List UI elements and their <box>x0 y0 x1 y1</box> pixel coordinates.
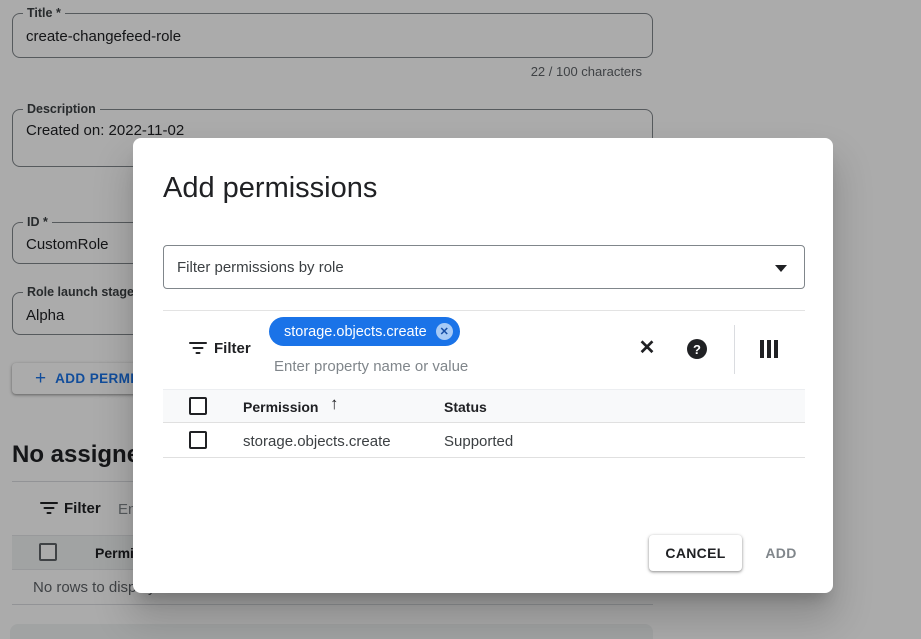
filter-chip-label: storage.objects.create <box>284 324 427 340</box>
modal-filter-label: Filter <box>214 340 251 357</box>
divider <box>163 310 805 311</box>
modal-filter-input[interactable]: Enter property name or value <box>274 358 468 375</box>
row-status-cell: Supported <box>444 433 513 450</box>
clear-filters-icon[interactable]: ✕ <box>635 336 659 360</box>
help-icon[interactable]: ? <box>687 339 707 359</box>
filter-permissions-by-role-select[interactable]: Filter permissions by role <box>163 245 805 289</box>
create-role-page: Title * create-changefeed-role 22 / 100 … <box>0 0 921 639</box>
permission-column-header[interactable]: Permission <box>243 399 318 415</box>
filter-chip[interactable]: storage.objects.create ✕ <box>269 317 460 346</box>
dialog-title: Add permissions <box>163 171 377 205</box>
cancel-button[interactable]: CANCEL <box>649 535 742 571</box>
sort-ascending-icon[interactable]: ↑ <box>330 394 339 414</box>
row-checkbox[interactable] <box>189 431 207 449</box>
select-all-checkbox[interactable] <box>189 397 207 415</box>
filter-icon <box>189 342 207 355</box>
add-button[interactable]: ADD <box>749 535 813 571</box>
vertical-divider <box>734 325 735 374</box>
chip-remove-icon[interactable]: ✕ <box>436 323 453 340</box>
row-permission-cell: storage.objects.create <box>243 433 391 450</box>
chevron-down-icon <box>775 265 787 272</box>
status-column-header[interactable]: Status <box>444 399 487 415</box>
column-display-options-icon[interactable] <box>760 340 778 358</box>
add-permissions-dialog: Add permissions Filter permissions by ro… <box>133 138 833 593</box>
filter-permissions-by-role-placeholder: Filter permissions by role <box>177 259 344 276</box>
